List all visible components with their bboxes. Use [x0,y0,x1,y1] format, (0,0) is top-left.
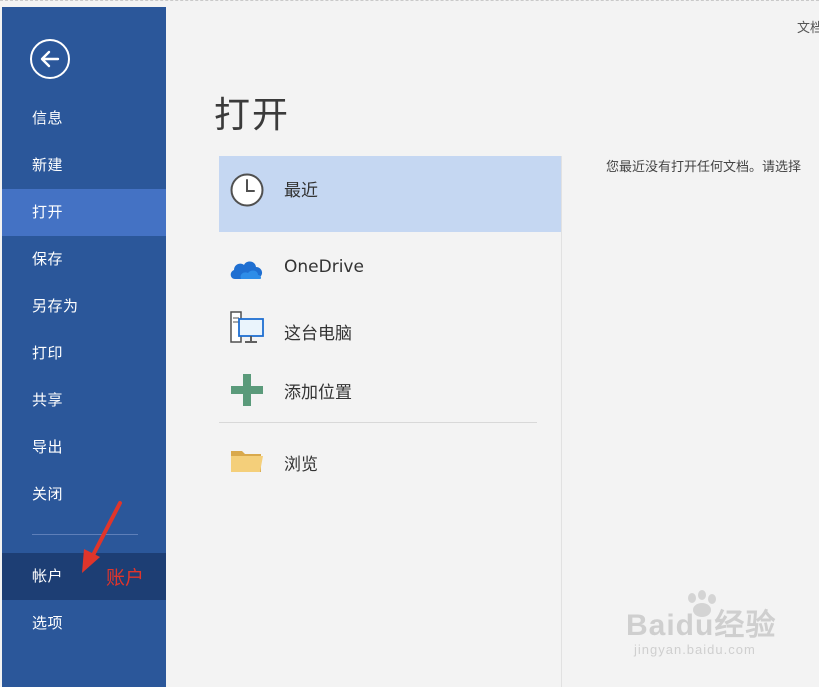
column-separator [561,156,562,687]
nav-item-export[interactable]: 导出 [2,424,166,471]
location-onedrive[interactable]: OneDrive [219,240,561,300]
baidu-watermark: Baidu经验 jingyan.baidu.com [626,590,776,657]
no-recent-documents-message: 您最近没有打开任何文档。请选择 [606,160,802,175]
nav-item-save[interactable]: 保存 [2,236,166,283]
nav-item-label: 保存 [32,250,64,268]
nav-item-share[interactable]: 共享 [2,377,166,424]
nav-item-label: 信息 [32,109,64,127]
nav-item-print[interactable]: 打印 [2,330,166,377]
nav-item-label: 选项 [32,614,64,632]
location-label: 这台电脑 [284,324,352,344]
annotation-label: 账户 [106,567,145,589]
watermark-url: jingyan.baidu.com [634,642,756,657]
capture-edge [0,0,819,2]
clock-icon [230,173,264,207]
paw-logo-icon [688,590,716,617]
location-label: OneDrive [284,257,364,277]
document-title: 文档 [797,21,819,36]
nav-item-label: 导出 [32,438,64,456]
nav-item-label: 关闭 [32,485,64,503]
location-label: 最近 [284,181,318,201]
nav-item-label: 打印 [32,344,64,362]
location-recent[interactable]: 最近 [219,156,561,232]
plus-icon [231,374,263,406]
location-label: 浏览 [284,455,318,475]
nav-item-open[interactable]: 打开 [2,189,166,236]
nav-item-label: 打开 [32,203,64,221]
back-button[interactable] [30,39,70,79]
location-this-pc[interactable]: 这台电脑 [219,300,561,360]
word-backstage-open-screen: 信息 新建 打开 保存 另存为 打印 共享 导出 关闭 帐户 选项 账户 文档 … [0,0,819,687]
backstage-sidebar: 信息 新建 打开 保存 另存为 打印 共享 导出 关闭 帐户 选项 账户 [2,7,166,687]
nav-item-label: 帐户 [32,567,64,585]
location-browse[interactable]: 浏览 [219,432,561,492]
computer-icon [230,311,264,343]
nav-item-label: 共享 [32,391,64,409]
nav-item-new[interactable]: 新建 [2,142,166,189]
nav-item-info[interactable]: 信息 [2,95,166,142]
page-title: 打开 [214,95,291,136]
nav-item-options[interactable]: 选项 [2,600,166,647]
location-label: 添加位置 [284,383,352,403]
location-add-place[interactable]: 添加位置 [219,360,561,420]
nav-item-label: 新建 [32,156,64,174]
nav-item-label: 另存为 [32,297,79,315]
cloud-icon [230,261,263,279]
folder-icon [231,451,263,472]
locations-divider [219,422,537,423]
back-arrow-icon [40,50,60,68]
nav-item-save-as[interactable]: 另存为 [2,283,166,330]
